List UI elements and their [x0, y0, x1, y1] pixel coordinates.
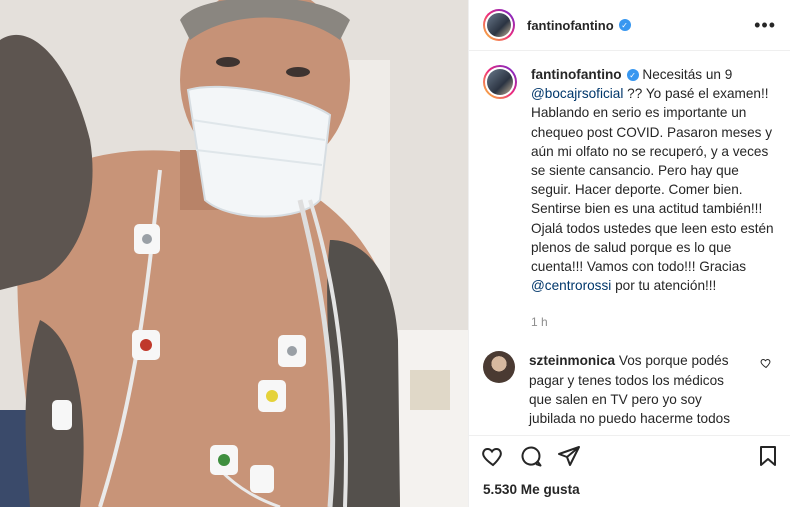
- author-username[interactable]: fantinofantino: [527, 18, 614, 33]
- comment-text: szteinmonica Vos porque podés pagar y te…: [529, 351, 739, 428]
- caption-author-avatar[interactable]: [483, 65, 517, 99]
- verified-badge-icon: ✓: [626, 69, 639, 82]
- caption-part: ?? Yo pasé el examen!! Hablando en serio…: [531, 86, 774, 275]
- heart-icon: [482, 447, 502, 467]
- verified-badge-icon: ✓: [618, 19, 631, 31]
- like-button[interactable]: [479, 442, 507, 470]
- post-actions-bar: [469, 435, 790, 476]
- mention-link[interactable]: @bocajrsoficial: [531, 86, 623, 101]
- caption-part: Necesitás un 9: [638, 67, 733, 82]
- bookmark-icon: [760, 446, 776, 466]
- mention-link[interactable]: @centrorossi: [531, 278, 611, 293]
- caption-text: fantinofantino ✓ Necesitás un 9 @bocajrso…: [531, 65, 774, 295]
- comments-area: fantinofantino ✓ Necesitás un 9 @bocajrso…: [469, 51, 790, 435]
- comment-item: szteinmonica Vos porque podés pagar y te…: [483, 351, 774, 428]
- comment-icon: [521, 446, 542, 467]
- share-button[interactable]: [555, 442, 583, 470]
- caption-username[interactable]: fantinofantino: [531, 67, 622, 82]
- post-time[interactable]: 1 h: [531, 315, 774, 329]
- commenter-username[interactable]: szteinmonica: [529, 353, 615, 368]
- likes-count[interactable]: 5.530 Me gusta: [469, 476, 790, 507]
- author-avatar[interactable]: [483, 9, 515, 41]
- post-header: fantinofantino ✓ •••: [469, 0, 790, 51]
- caption-part: por tu atención!!!: [611, 278, 717, 294]
- selfie-image: [0, 0, 468, 507]
- save-button[interactable]: [754, 442, 782, 470]
- like-comment-heart-icon[interactable]: [760, 357, 772, 369]
- comment-button[interactable]: [517, 442, 545, 470]
- share-icon: [558, 446, 580, 466]
- commenter-avatar[interactable]: [483, 351, 515, 384]
- post-side-panel: fantinofantino ✓ ••• fantinofantino ✓ Nec…: [468, 0, 790, 507]
- more-options-icon[interactable]: •••: [754, 15, 776, 36]
- post-photo[interactable]: [0, 0, 468, 507]
- instagram-post: fantinofantino ✓ ••• fantinofantino ✓ Nec…: [0, 0, 790, 507]
- post-caption: fantinofantino ✓ Necesitás un 9 @bocajrso…: [483, 65, 774, 295]
